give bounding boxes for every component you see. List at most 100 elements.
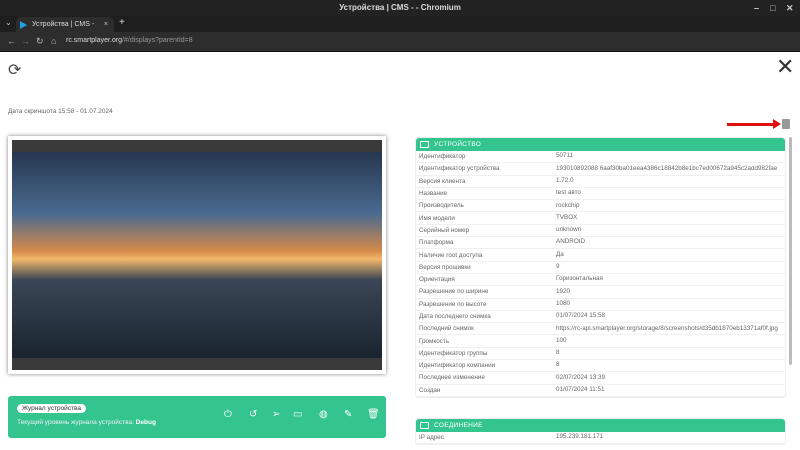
table-row: Последний снимок https://rc-api.smartplay… [416, 323, 785, 336]
row-value: 8 [556, 349, 560, 357]
forward-icon[interactable]: → [21, 36, 30, 46]
row-label: IP адрес [419, 434, 444, 442]
table-row: Последнее изменение 02/07/2024 13:39 [416, 372, 785, 385]
row-value: 01/07/2024 11:51 [556, 386, 605, 394]
table-row: Разрешение по ширине 1920 [416, 286, 785, 299]
power-icon[interactable]: ⏻ [224, 409, 232, 420]
table-row: Идентификатор компании 8 [416, 360, 785, 373]
row-value: 195.239.181.171 [556, 433, 604, 441]
row-value: rockchip [556, 201, 580, 209]
log-level-text: Текущий уровень журнала устройства: Debu… [17, 419, 156, 426]
device-card-header: УСТРОЙСТВО [416, 138, 785, 151]
row-value: 01/07/2024 15:58 [556, 312, 606, 320]
table-row: Идентификатор 50711 [416, 151, 785, 164]
edit-icon[interactable]: ✎ [344, 409, 352, 420]
scrollbar[interactable] [789, 137, 792, 365]
window-title: Устройства | CMS - - Chromium [339, 3, 461, 12]
row-value: Да [556, 250, 564, 258]
row-label: Идентификатор группы [419, 349, 488, 357]
row-label: Разрешение по ширине [419, 288, 489, 296]
row-label: Дата последнего снимка [419, 313, 491, 320]
row-value: 02/07/2024 13:39 [556, 373, 606, 381]
table-row: Версия прошивки 9 [416, 262, 785, 274]
tab-close-icon[interactable]: × [104, 17, 108, 32]
row-label: Идентификатор устройства [419, 165, 500, 173]
row-label: Последний снимок [419, 325, 474, 333]
row-label: Версия прошивки [419, 263, 471, 271]
terminal-icon[interactable]: ▭ [293, 409, 302, 420]
row-label: Производитель [419, 202, 464, 210]
connection-card: СОЕДИНЕНИЕ IP адрес 195.239.181.171 [415, 418, 786, 446]
screenshot-preview [8, 136, 386, 374]
row-value: Горизонтальная [556, 275, 603, 283]
table-row: Разрешение по высоте 1080 [416, 299, 785, 311]
table-row: Платформа ANDROID [416, 237, 785, 250]
table-row: Громкость 100 [416, 335, 785, 348]
device-card-title: УСТРОЙСТВО [434, 141, 482, 148]
table-row: Идентификатор группы 8 [416, 348, 785, 361]
back-icon[interactable]: ← [7, 36, 16, 46]
globe-icon[interactable]: ◍ [319, 409, 328, 420]
row-value: ANDROID [556, 238, 586, 246]
row-value: unknown [556, 226, 582, 234]
table-row: Дата последнего снимка 01/07/2024 15:58 [416, 311, 785, 324]
new-tab-button[interactable]: + [119, 17, 125, 28]
row-value: 1.72.0 [556, 176, 574, 184]
row-value: 8 [556, 361, 560, 369]
history-icon[interactable]: ↺ [249, 409, 257, 420]
row-label: Платформа [419, 239, 454, 247]
monitor-icon [420, 141, 429, 148]
row-value: https://rc-api.smartplayer.org/storage/8… [556, 324, 778, 332]
close-icon[interactable]: ✕ [776, 54, 794, 80]
tab-devices[interactable]: Устройства | CMS - × [16, 17, 114, 32]
device-card: УСТРОЙСТВО Идентификатор 50711 Идентификат… [415, 137, 786, 398]
send-icon[interactable]: ➢ [272, 409, 280, 420]
home-icon[interactable]: ⌂ [51, 36, 56, 46]
row-value: 1080 [556, 299, 571, 307]
window-titlebar: Устройства | CMS - - Chromium – □ ✕ [0, 0, 800, 16]
url-host: rc.smartplayer.org [66, 37, 123, 44]
tab-label: Устройства | CMS - [32, 21, 95, 28]
table-row: Имя модели TVBOX [416, 212, 785, 225]
table-row: Наличие root доступа Да [416, 249, 785, 262]
row-label: Идентификатор [419, 153, 466, 161]
row-label: Серийный номер [419, 226, 470, 234]
table-row: Производитель rockchip [416, 200, 785, 213]
connection-card-header: СОЕДИНЕНИЕ [416, 419, 785, 432]
minimize-icon[interactable]: – [754, 0, 759, 16]
table-row: Идентификатор устройства 193010892088 6aa… [416, 163, 785, 176]
row-value: TVBOX [556, 213, 578, 221]
delete-icon[interactable]: 🗑 [367, 409, 380, 420]
favicon-icon [20, 21, 27, 29]
reload-icon[interactable]: ↻ [36, 36, 44, 47]
row-value: 50711 [556, 152, 574, 160]
row-label: Название [419, 190, 448, 198]
device-log-panel: Журнал устройства Текущий уровень журнал… [8, 396, 386, 438]
row-label: Ориентация [419, 276, 455, 284]
tab-bar: ⌄ Устройства | CMS - × + [0, 16, 800, 32]
row-value: 100 [556, 336, 567, 344]
copy-icon[interactable] [782, 119, 790, 129]
row-label: Последнее изменение [419, 374, 485, 382]
row-value: 9 [556, 263, 560, 271]
device-log-button[interactable]: Журнал устройства [17, 404, 87, 413]
annotation-arrow [727, 119, 781, 129]
row-label: Идентификатор компании [419, 362, 496, 370]
screenshot-date: Дата скриншота 15:58 - 01.07.2024 [8, 108, 113, 115]
table-row: Название test авто [416, 188, 785, 201]
row-label: Создан [419, 386, 441, 394]
maximize-icon[interactable]: □ [770, 0, 775, 16]
refresh-icon[interactable]: ⟳ [8, 60, 21, 80]
row-label: Наличие root доступа [419, 251, 483, 259]
row-value: 193010892088 6aaf30ba01eea4386c18842b8e1… [556, 164, 778, 172]
connection-card-title: СОЕДИНЕНИЕ [434, 422, 483, 429]
nav-bar: ← → ↻ ⌂ rc.smartplayer.org/#/displays?pa… [0, 32, 800, 52]
screenshot-image [12, 152, 382, 358]
row-label: Версия клиента [419, 177, 466, 185]
table-row: Создан 01/07/2024 11:51 [416, 385, 785, 397]
table-row: Серийный номер unknown [416, 225, 785, 238]
row-label: Громкость [419, 337, 450, 345]
address-bar[interactable]: rc.smartplayer.org/#/displays?parentId=8 [66, 37, 193, 44]
tab-list-icon[interactable]: ⌄ [5, 18, 12, 27]
close-window-icon[interactable]: ✕ [786, 0, 794, 16]
